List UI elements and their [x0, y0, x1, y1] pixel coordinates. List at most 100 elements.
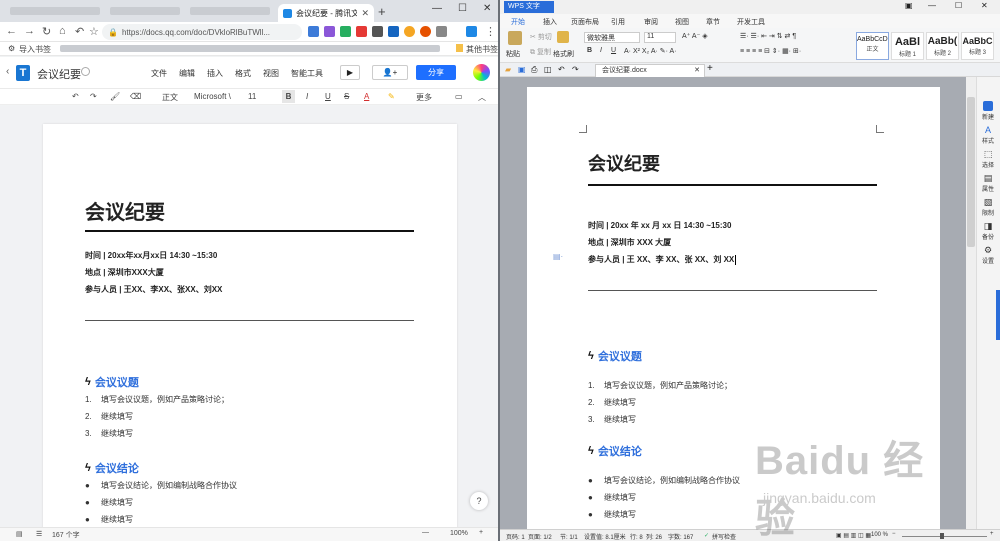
menu-icon[interactable]: ⋮	[485, 25, 496, 38]
undo-icon[interactable]: ↶	[558, 65, 565, 74]
bold-button[interactable]: B	[587, 47, 592, 54]
more-button[interactable]: 更多	[416, 92, 432, 103]
extension-icon[interactable]	[308, 26, 319, 37]
side-select[interactable]: ⬚ 选择	[977, 149, 999, 169]
avatar[interactable]	[473, 64, 490, 81]
doc-title[interactable]: 会议纪要	[37, 66, 81, 82]
style-heading-2[interactable]: AaBb( 标题 2	[926, 32, 959, 60]
highlight-icon[interactable]: ✎	[388, 92, 395, 101]
zoom-slider-thumb[interactable]	[940, 533, 944, 539]
grow-font-icon[interactable]: A⁺ A⁻ ◈	[682, 32, 708, 40]
underline-button[interactable]: U	[325, 92, 331, 101]
underline-button[interactable]: U	[611, 47, 616, 54]
tab-insert[interactable]: 插入	[543, 17, 557, 27]
forward-icon[interactable]: →	[24, 25, 35, 37]
document-page[interactable]: 会议纪要 时间 | 20xx 年 xx 月 xx 日 14:30 ~15:30 …	[527, 87, 940, 537]
zoom-in-icon[interactable]: +	[479, 529, 483, 536]
close-icon[interactable]: ✕	[361, 8, 369, 19]
wps-app-menu[interactable]: WPS 文字	[504, 1, 554, 13]
align-icons[interactable]: ≡ ≡ ≡ ≡ ⊟ ⇕· ▦· ⊞·	[740, 47, 801, 55]
home-icon[interactable]: ⌂	[59, 25, 66, 37]
extension-icon[interactable]	[324, 26, 335, 37]
cut-button[interactable]: ✂ 剪切	[530, 32, 552, 42]
copy-button[interactable]: ⧉ 复制	[530, 47, 551, 57]
side-new[interactable]: 新建	[977, 101, 999, 121]
tab-page-layout[interactable]: 页面布局	[571, 17, 599, 27]
menu-file[interactable]: 文件	[151, 68, 167, 79]
vertical-scrollbar[interactable]	[966, 77, 976, 529]
extension-icon[interactable]	[388, 26, 399, 37]
tab-review[interactable]: 审阅	[644, 17, 658, 27]
italic-button[interactable]: I	[306, 92, 308, 101]
save-icon[interactable]: ▣	[518, 65, 526, 74]
undo-icon[interactable]: ↶	[72, 92, 79, 101]
tab-developer[interactable]: 开发工具	[737, 17, 765, 27]
add-collaborator-icon[interactable]: 👤+	[372, 65, 408, 80]
side-restrict[interactable]: ▧ 限制	[977, 197, 999, 217]
close-icon[interactable]: ✕	[694, 65, 700, 77]
side-properties[interactable]: ▤ 属性	[977, 173, 999, 193]
document-page[interactable]: 会议纪要 时间 | 20xx年xx月xx日 14:30 ~15:30 地点 | …	[43, 124, 457, 527]
redo-icon[interactable]: ↷	[572, 65, 579, 74]
url-input[interactable]: 🔒 https://docs.qq.com/doc/DVkloRlBuTWll.…	[102, 24, 302, 40]
extension-icon[interactable]	[356, 26, 367, 37]
back-icon[interactable]: ←	[6, 25, 17, 37]
side-styles[interactable]: A 样式	[977, 125, 999, 145]
extension-icon[interactable]	[372, 26, 383, 37]
zoom-slider[interactable]	[902, 536, 987, 537]
menu-view[interactable]: 视图	[263, 68, 279, 79]
format-painter-icon[interactable]: 🖌	[110, 92, 120, 101]
minimize-button[interactable]: —	[432, 3, 442, 14]
list-icons[interactable]: ☰· ☰· ⇤ ⇥ ⇅ ⇄ ¶	[740, 32, 796, 40]
minimize-button[interactable]: —	[928, 1, 936, 10]
extension-icon[interactable]	[420, 26, 431, 37]
tencent-docs-logo[interactable]: T	[16, 65, 30, 81]
reload-icon[interactable]: ↻	[42, 25, 51, 38]
paste-button[interactable]: 粘贴	[506, 49, 520, 59]
other-bookmarks-link[interactable]: 其他书签	[466, 44, 498, 55]
window-mode-icon[interactable]: ▣	[905, 1, 913, 10]
tab-references[interactable]: 引用	[611, 17, 625, 27]
close-window-button[interactable]: ✕	[981, 1, 988, 10]
shield-icon[interactable]	[340, 26, 351, 37]
view-mode-icons[interactable]: ▣ ▤ ▥ ◫ ▦	[836, 532, 871, 539]
close-window-button[interactable]: ✕	[483, 3, 491, 14]
active-tab[interactable]: 会议纪要 - 腾讯文档 ✕	[278, 4, 374, 22]
format-painter-button[interactable]: 格式刷	[553, 49, 574, 59]
share-button[interactable]: 分享	[416, 65, 456, 80]
import-bookmarks-link[interactable]: 导入书签	[19, 44, 51, 55]
side-backup[interactable]: ◨ 备份	[977, 221, 999, 241]
style-select[interactable]: 正文	[162, 92, 178, 103]
zoom-in-icon[interactable]: +	[990, 531, 994, 537]
spell-check[interactable]: 拼写检查	[712, 532, 736, 541]
comment-icon[interactable]: ▭	[455, 92, 463, 101]
style-heading-3[interactable]: AaBbC 标题 3	[961, 32, 994, 60]
side-settings[interactable]: ⚙ 设置	[977, 245, 999, 265]
apps-icon[interactable]: ⚙	[8, 44, 15, 53]
redo-icon[interactable]: ↷	[90, 92, 97, 101]
back-chevron-icon[interactable]: ‹	[6, 66, 9, 77]
size-select[interactable]: 11	[644, 32, 676, 43]
outline-icon[interactable]: ☰	[36, 530, 42, 538]
tab-chapter[interactable]: 章节	[706, 17, 720, 27]
menu-format[interactable]: 格式	[235, 68, 251, 79]
page-icon[interactable]: ▤	[16, 530, 23, 538]
print-icon[interactable]: ⎙	[531, 65, 537, 75]
bold-button[interactable]: B	[282, 90, 295, 103]
new-tab-button[interactable]: +	[707, 63, 713, 74]
scroll-thumb[interactable]	[967, 97, 975, 247]
zoom-level[interactable]: 100 %	[871, 532, 888, 538]
font-select[interactable]: 微软雅黑	[584, 32, 640, 43]
open-icon[interactable]: ▰	[505, 65, 511, 74]
maximize-button[interactable]: ☐	[955, 1, 962, 10]
style-normal[interactable]: AaBbCcDd 正文	[856, 32, 889, 60]
collapse-icon[interactable]: ︿	[478, 92, 486, 103]
new-tab-button[interactable]: +	[378, 4, 386, 19]
font-color-button[interactable]: A	[364, 92, 369, 101]
help-button[interactable]: ?	[470, 492, 488, 510]
style-heading-1[interactable]: AaBl 标题 1	[891, 32, 924, 60]
zoom-level[interactable]: 100%	[450, 530, 468, 537]
panel-toggle[interactable]	[996, 290, 1000, 340]
zoom-out-icon[interactable]: —	[422, 529, 429, 536]
size-select[interactable]: 11	[248, 92, 256, 101]
